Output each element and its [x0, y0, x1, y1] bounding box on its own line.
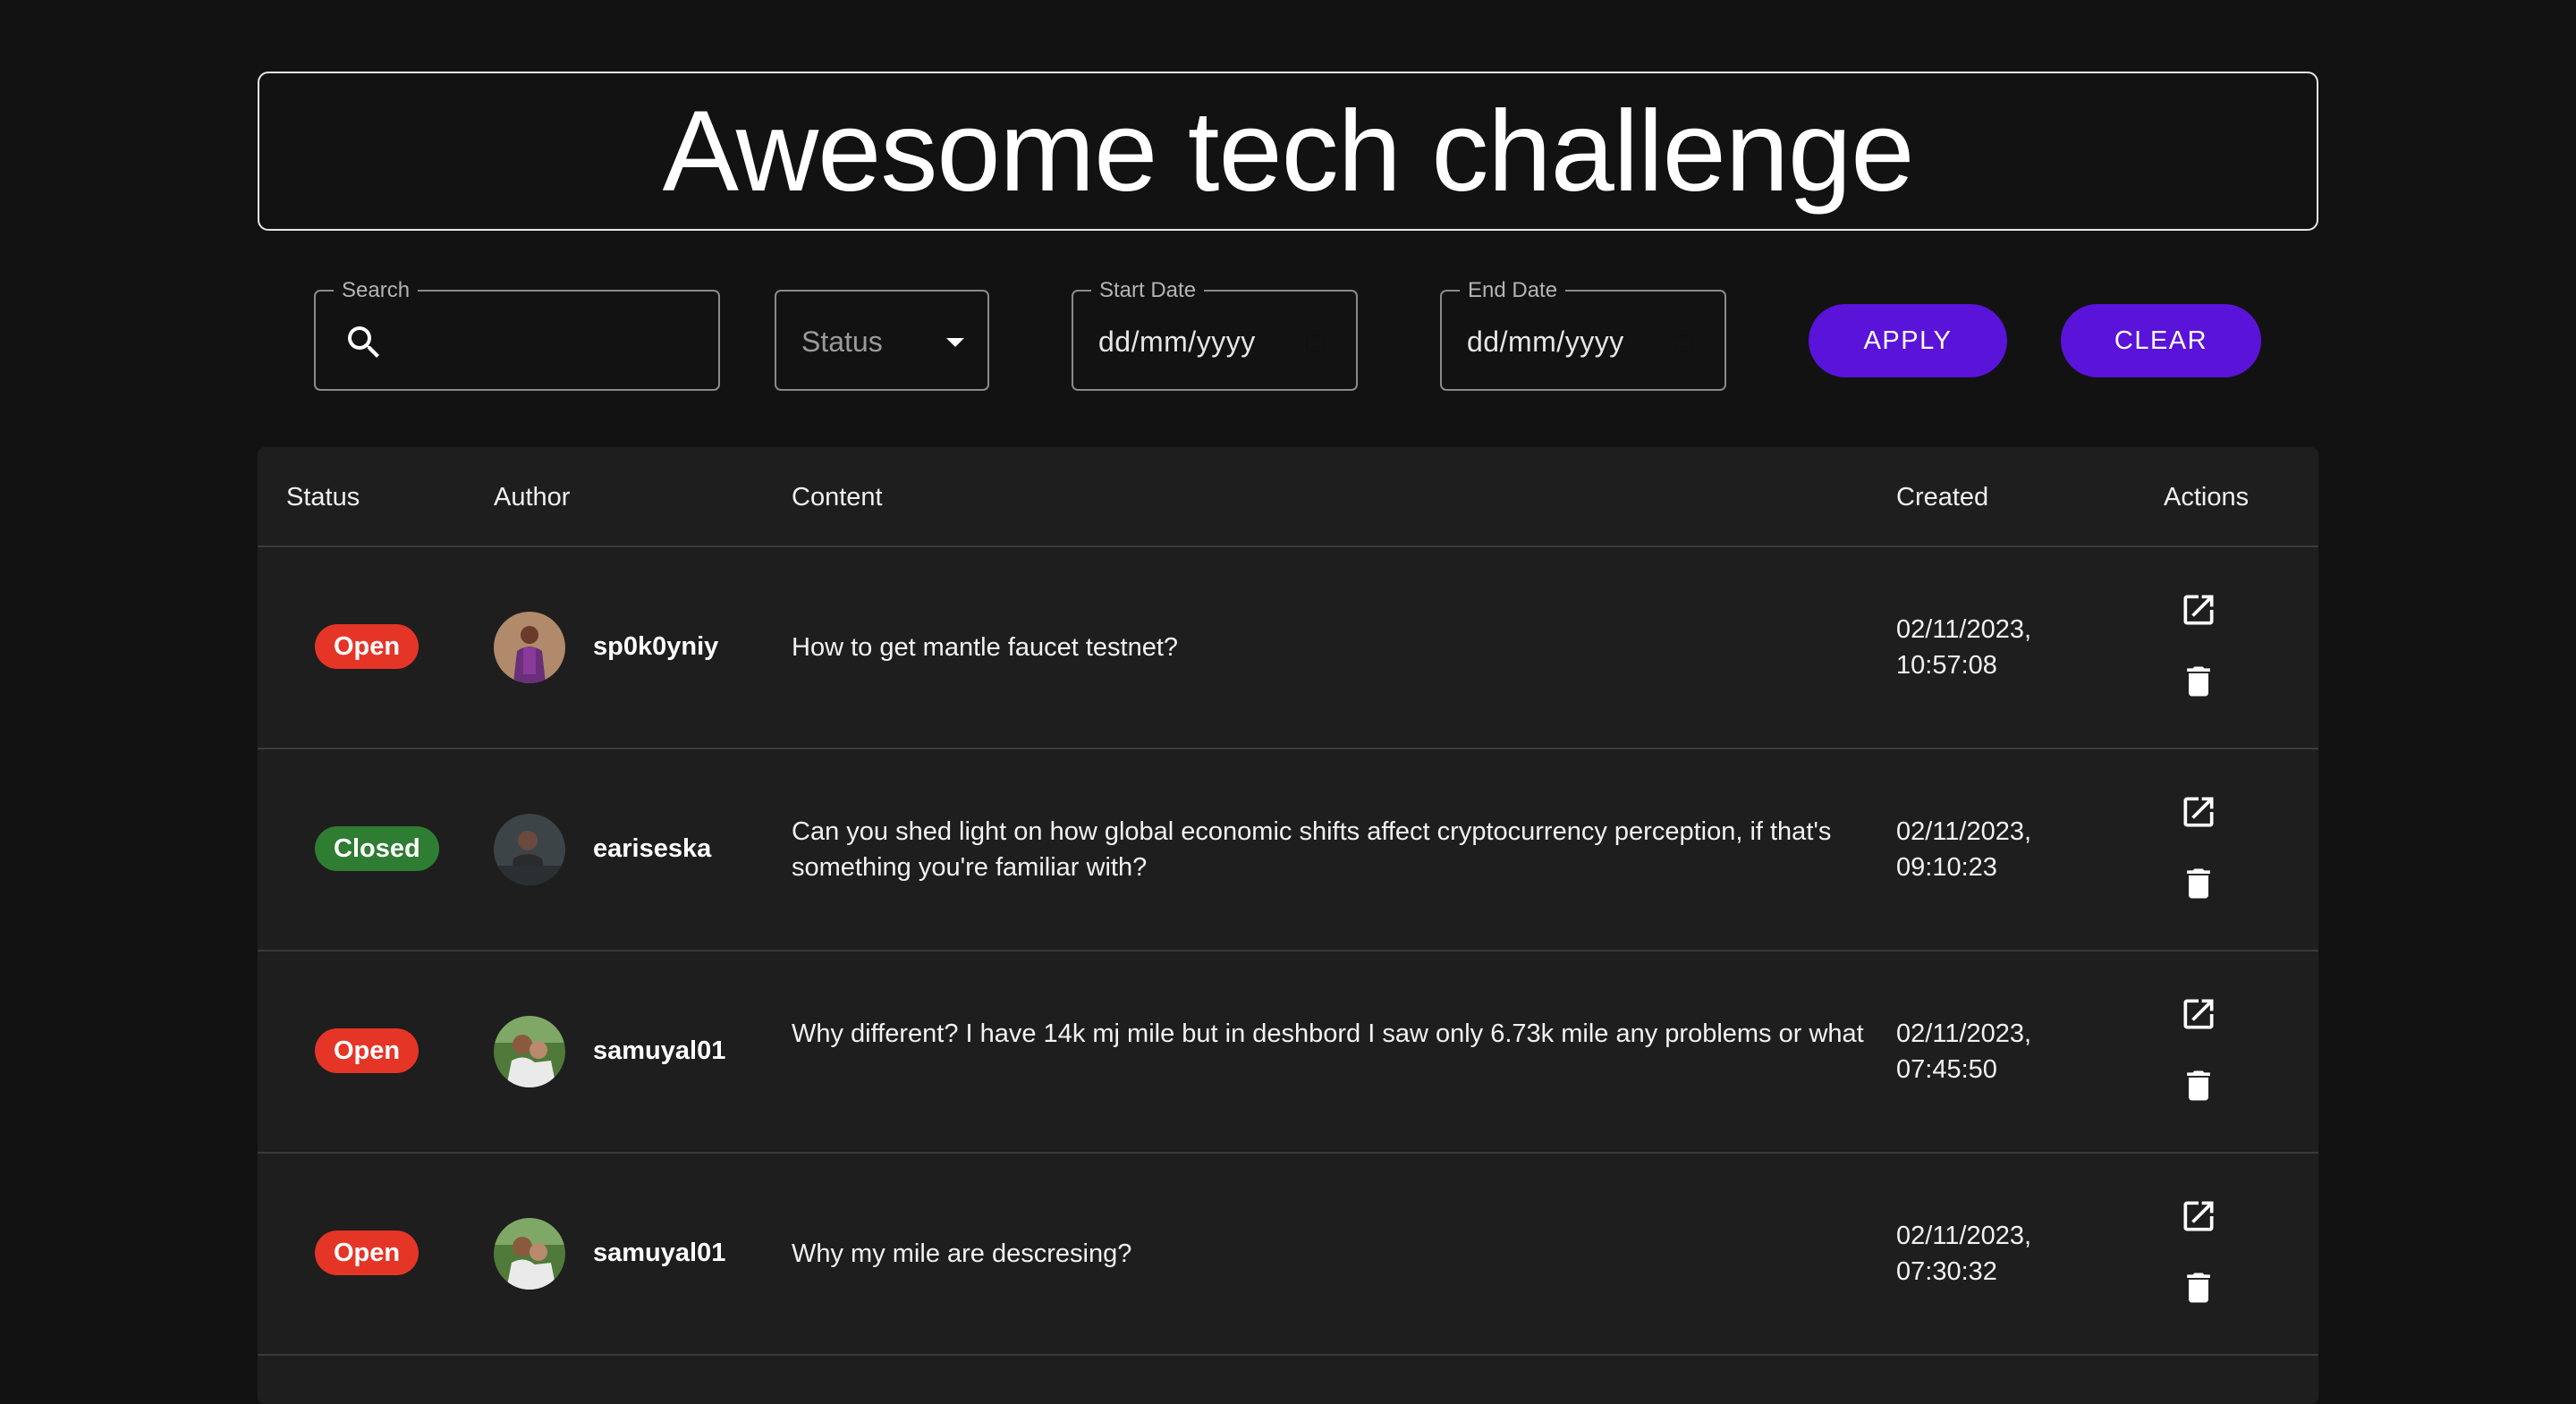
created-time: 07:30:32: [1896, 1257, 1997, 1286]
clear-button[interactable]: CLEAR: [2061, 304, 2261, 377]
column-header-content[interactable]: Content: [792, 483, 883, 512]
search-label: Search: [334, 278, 419, 303]
content-text: Why different? I have 14k mj mile but in…: [792, 1019, 1864, 1048]
status-select[interactable]: Status: [775, 290, 989, 391]
avatar: [494, 1016, 565, 1087]
trash-icon[interactable]: [2179, 662, 2218, 701]
created-timestamp: 02/11/2023, 09:10:23: [1896, 814, 2075, 885]
content-text: How to get mantle faucet testnet?: [792, 633, 1179, 662]
author-name: samuyal01: [593, 1239, 726, 1267]
posts-table: Status Author Content Created Actions Op…: [258, 447, 2318, 1404]
start-date-field[interactable]: Start Date dd/mm/yyyy: [1072, 278, 1358, 391]
created-date: 02/11/2023,: [1896, 1019, 2032, 1048]
open-in-new-icon[interactable]: [2179, 792, 2218, 832]
created-time: 10:57:08: [1896, 651, 1997, 680]
avatar: [494, 612, 565, 683]
content-text: Why my mile are descresing?: [792, 1239, 1132, 1268]
table-row: Open samuyal01 Why different? I have 14k…: [258, 952, 2318, 1154]
trash-icon[interactable]: [2179, 1066, 2218, 1105]
open-in-new-icon[interactable]: [2179, 1197, 2218, 1236]
caret-down-icon: [946, 338, 964, 347]
created-date: 02/11/2023,: [1896, 817, 2032, 846]
open-in-new-icon[interactable]: [2179, 590, 2218, 630]
search-field[interactable]: Search: [314, 278, 720, 391]
column-header-created[interactable]: Created: [1896, 483, 1988, 512]
created-timestamp: 02/11/2023, 10:57:08: [1896, 612, 2075, 683]
table-row: Closed eariseska Can you shed light on h…: [258, 749, 2318, 952]
trash-icon[interactable]: [2179, 864, 2218, 903]
page-title: Awesome tech challenge: [662, 87, 1915, 216]
column-header-status[interactable]: Status: [286, 483, 360, 512]
table-row: Open samuyal01 Why my mile are descresin…: [258, 1154, 2318, 1356]
end-date-input[interactable]: dd/mm/yyyy: [1467, 326, 1624, 359]
title-box: Awesome tech challenge: [258, 72, 2318, 231]
start-date-label: Start Date: [1091, 278, 1205, 303]
search-input[interactable]: [396, 309, 704, 374]
author-name: sp0k0yniy: [593, 632, 719, 661]
avatar: [494, 1218, 565, 1290]
start-date-input[interactable]: dd/mm/yyyy: [1098, 326, 1256, 359]
open-in-new-icon[interactable]: [2179, 994, 2218, 1034]
table-row: Open sp0k0yniy How to get mantle faucet …: [258, 547, 2318, 749]
column-header-author[interactable]: Author: [494, 483, 570, 512]
trash-icon[interactable]: [2179, 1268, 2218, 1307]
calendar-icon[interactable]: [1673, 331, 1696, 354]
created-time: 09:10:23: [1896, 853, 1997, 882]
created-timestamp: 02/11/2023, 07:30:32: [1896, 1218, 2075, 1290]
apply-button[interactable]: APPLY: [1809, 304, 2007, 377]
status-badge: Open: [315, 624, 419, 669]
content-text: Can you shed light on how global economi…: [792, 817, 1832, 882]
end-date-label: End Date: [1460, 278, 1566, 303]
status-badge: Open: [315, 1231, 419, 1275]
search-icon: [348, 326, 379, 358]
status-select-placeholder: Status: [801, 326, 883, 358]
calendar-icon[interactable]: [1304, 331, 1327, 354]
avatar: [494, 814, 565, 885]
author-name: samuyal01: [593, 1036, 726, 1065]
created-time: 07:45:50: [1896, 1055, 1997, 1084]
created-date: 02/11/2023,: [1896, 1222, 2032, 1250]
end-date-field[interactable]: End Date dd/mm/yyyy: [1440, 278, 1726, 391]
status-badge: Open: [315, 1028, 419, 1073]
column-header-actions: Actions: [2164, 483, 2250, 512]
created-timestamp: 02/11/2023, 07:45:50: [1896, 1016, 2075, 1087]
status-badge: Closed: [315, 826, 439, 871]
author-name: eariseska: [593, 834, 712, 863]
created-date: 02/11/2023,: [1896, 615, 2032, 644]
table-header: Status Author Content Created Actions: [258, 447, 2318, 547]
